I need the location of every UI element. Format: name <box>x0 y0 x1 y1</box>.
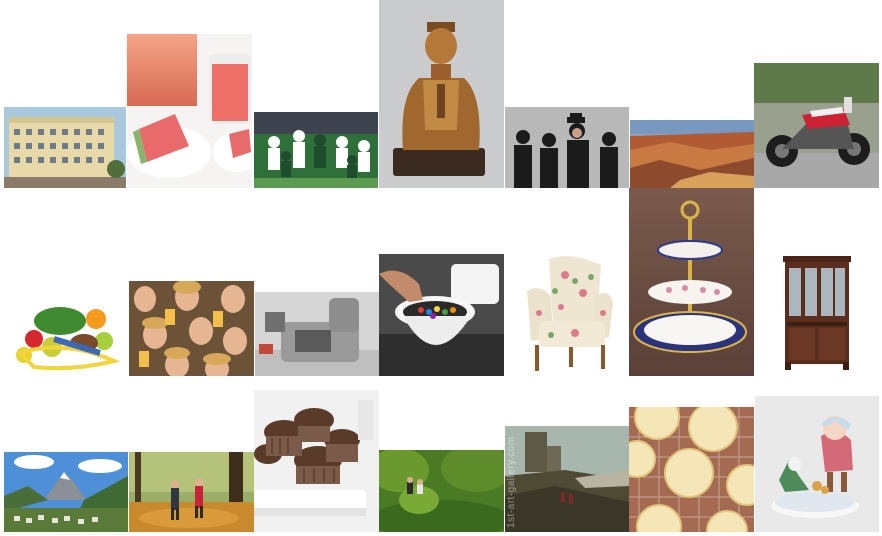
photo-couple-in-forest[interactable] <box>379 450 504 532</box>
photo-china-cabinet[interactable] <box>755 252 879 376</box>
cake-stand-image <box>629 188 754 376</box>
painting-castle[interactable]: 1st-art-gallery.com <box>505 426 629 532</box>
floral-armchair-image <box>505 253 628 376</box>
photo-candy-toilet[interactable] <box>379 254 504 376</box>
crowd-with-beer-image <box>129 281 254 376</box>
fruit-and-tape-measure-image <box>4 281 127 376</box>
china-cabinet-image <box>755 252 879 376</box>
candy-toilet-image <box>379 254 504 376</box>
photo-motorcycle[interactable] <box>754 63 879 188</box>
alpine-village-image <box>4 452 128 532</box>
couple-in-forest-image <box>379 450 504 532</box>
child-figurine-image <box>755 396 879 532</box>
hotel-building-image <box>4 107 126 188</box>
motorcycle-image <box>754 63 879 188</box>
watermelon-juice-image <box>127 34 252 188</box>
photo-football-game[interactable] <box>254 112 378 188</box>
photo-alpine-village[interactable] <box>4 452 128 532</box>
football-game-image <box>254 112 378 188</box>
grand-canyon-image <box>630 120 754 188</box>
iced-cookies-image <box>629 407 754 532</box>
photo-band-portrait[interactable] <box>505 107 629 188</box>
watermark-text: 1st-art-gallery.com <box>506 436 517 528</box>
photo-watermelon-juice[interactable] <box>127 34 252 188</box>
golden-statue-image <box>379 0 504 188</box>
photo-autumn-walk[interactable] <box>129 452 254 532</box>
photo-child-figurine[interactable] <box>755 396 879 532</box>
autumn-walk-image <box>129 452 254 532</box>
castle-painting-image <box>505 426 629 532</box>
photo-iced-cookies[interactable] <box>629 407 754 532</box>
photo-floral-armchair[interactable] <box>505 253 628 376</box>
photo-cake-stand[interactable] <box>629 188 754 376</box>
photo-fruit-and-tape-measure[interactable] <box>4 281 127 376</box>
photo-grand-canyon[interactable] <box>630 120 754 188</box>
photo-lab-machine[interactable] <box>255 292 379 376</box>
photo-golden-statue[interactable] <box>379 0 504 188</box>
lab-machine-image <box>255 292 379 376</box>
chocolate-muffins-image <box>254 390 379 532</box>
photo-crowd-with-beer[interactable] <box>129 281 254 376</box>
photo-chocolate-muffins[interactable] <box>254 390 379 532</box>
photo-hotel-building[interactable] <box>4 107 126 188</box>
band-portrait-image <box>505 107 629 188</box>
